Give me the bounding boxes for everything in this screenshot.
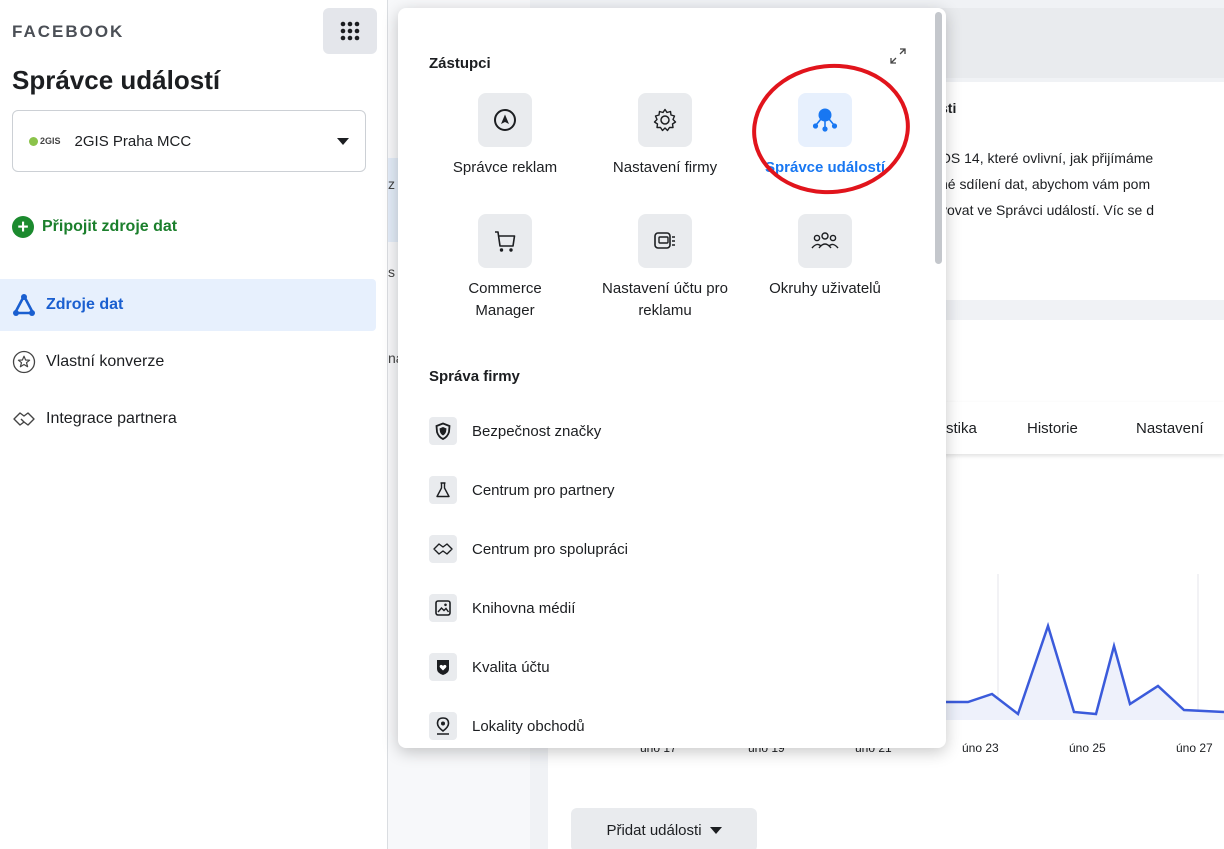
ad-account-icon bbox=[638, 214, 692, 268]
background-fragment: s bbox=[388, 264, 395, 280]
account-quality-icon bbox=[429, 653, 457, 681]
media-library-icon bbox=[429, 594, 457, 622]
menu-item-store-locations[interactable]: Lokality obchodů bbox=[429, 712, 585, 740]
menu-item-brand-safety[interactable]: Bezpečnost značky bbox=[429, 417, 601, 445]
handshake-icon bbox=[429, 535, 457, 563]
card-text-line: vovat ve Správci událostí. Víc se d bbox=[940, 202, 1154, 218]
tool-label: Commerce Manager bbox=[468, 280, 542, 319]
star-circle-icon bbox=[12, 350, 36, 374]
tool-business-settings[interactable]: Nastavení firmy bbox=[600, 93, 730, 179]
tab-settings[interactable]: Nastavení bbox=[1136, 420, 1204, 437]
section-shortcuts-heading: Zástupci bbox=[429, 55, 491, 72]
menu-item-label: Knihovna médií bbox=[472, 599, 576, 617]
shield-icon bbox=[429, 417, 457, 445]
axis-label: úno 23 bbox=[962, 741, 999, 755]
gear-icon bbox=[638, 93, 692, 147]
add-events-button[interactable]: Přidat události bbox=[571, 808, 757, 849]
menu-item-partner-center[interactable]: Centrum pro partnery bbox=[429, 476, 615, 504]
audiences-icon bbox=[798, 214, 852, 268]
tool-label: Nastavení účtu pro reklamu bbox=[602, 280, 728, 319]
menu-item-label: Centrum pro partnery bbox=[472, 481, 615, 499]
sidebar-item-partner-integration[interactable]: Integrace partnera bbox=[0, 393, 376, 445]
sidebar-item-label: Integrace partnera bbox=[46, 410, 177, 427]
flask-icon bbox=[429, 476, 457, 504]
page-title: Správce událostí bbox=[12, 65, 221, 95]
menu-item-label: Bezpečnost značky bbox=[472, 422, 602, 440]
tab-diagnostics[interactable]: stika bbox=[946, 420, 977, 437]
tool-label: Okruhy uživatelů bbox=[769, 280, 881, 297]
menu-item-label: Kvalita účtu bbox=[472, 658, 550, 676]
brand-label: FACEBOOK bbox=[12, 22, 125, 41]
plus-icon: + bbox=[12, 216, 34, 238]
axis-label: úno 27 bbox=[1176, 741, 1213, 755]
cart-icon bbox=[478, 214, 532, 268]
card-text-line: né sdílení dat, abychom vám pom bbox=[940, 176, 1151, 192]
background-fragment: z bbox=[388, 176, 395, 192]
chevron-down-icon bbox=[337, 137, 349, 145]
tool-ad-account-settings[interactable]: Nastavení účtu pro reklamu bbox=[600, 214, 730, 322]
tool-ads-manager[interactable]: Správce reklam bbox=[440, 93, 570, 179]
menu-item-collaboration-center[interactable]: Centrum pro spolupráci bbox=[429, 535, 628, 563]
sidebar-item-custom-conversions[interactable]: Vlastní konverze bbox=[0, 336, 376, 388]
tool-label: Nastavení firmy bbox=[612, 159, 718, 176]
menu-item-label: Lokality obchodů bbox=[472, 717, 585, 735]
scrollbar[interactable] bbox=[935, 12, 942, 264]
app-menu-button[interactable] bbox=[323, 8, 377, 54]
tool-audiences[interactable]: Okruhy uživatelů bbox=[760, 214, 890, 300]
card-text-line: OS 14, které ovlivní, jak přijímáme bbox=[940, 150, 1154, 166]
chevron-down-icon bbox=[709, 826, 722, 834]
sidebar-item-label: Zdroje dat bbox=[46, 296, 124, 313]
data-sources-icon bbox=[12, 293, 36, 317]
sidebar: FACEBOOK Správce událostí 2GIS 2GIS Prah… bbox=[0, 0, 388, 849]
handshake-icon bbox=[12, 407, 36, 431]
section-business-heading: Správa firmy bbox=[429, 368, 520, 385]
add-events-label: Přidat události bbox=[606, 821, 702, 839]
grid-icon bbox=[340, 21, 360, 41]
tool-label: Správce reklam bbox=[452, 159, 558, 176]
menu-item-media-library[interactable]: Knihovna médií bbox=[429, 594, 575, 622]
menu-item-account-quality[interactable]: Kvalita účtu bbox=[429, 653, 550, 681]
axis-label: úno 25 bbox=[1069, 741, 1106, 755]
connect-label: Připojit zdroje dat bbox=[42, 218, 178, 235]
expand-icon[interactable] bbox=[888, 46, 908, 66]
location-pin-icon bbox=[429, 712, 457, 740]
account-logo: 2GIS bbox=[29, 136, 61, 146]
navigation-arrow-icon bbox=[478, 93, 532, 147]
menu-item-label: Centrum pro spolupráci bbox=[472, 540, 628, 558]
sidebar-item-data-sources[interactable]: Zdroje dat bbox=[0, 279, 376, 331]
connect-data-sources-button[interactable]: + Připojit zdroje dat bbox=[12, 216, 177, 238]
tool-commerce-manager[interactable]: Commerce Manager bbox=[440, 214, 570, 322]
tab-history[interactable]: Historie bbox=[1027, 420, 1078, 437]
account-name: 2GIS Praha MCC bbox=[74, 132, 192, 150]
sidebar-item-label: Vlastní konverze bbox=[46, 353, 165, 370]
account-selector[interactable]: 2GIS 2GIS Praha MCC bbox=[12, 110, 366, 172]
